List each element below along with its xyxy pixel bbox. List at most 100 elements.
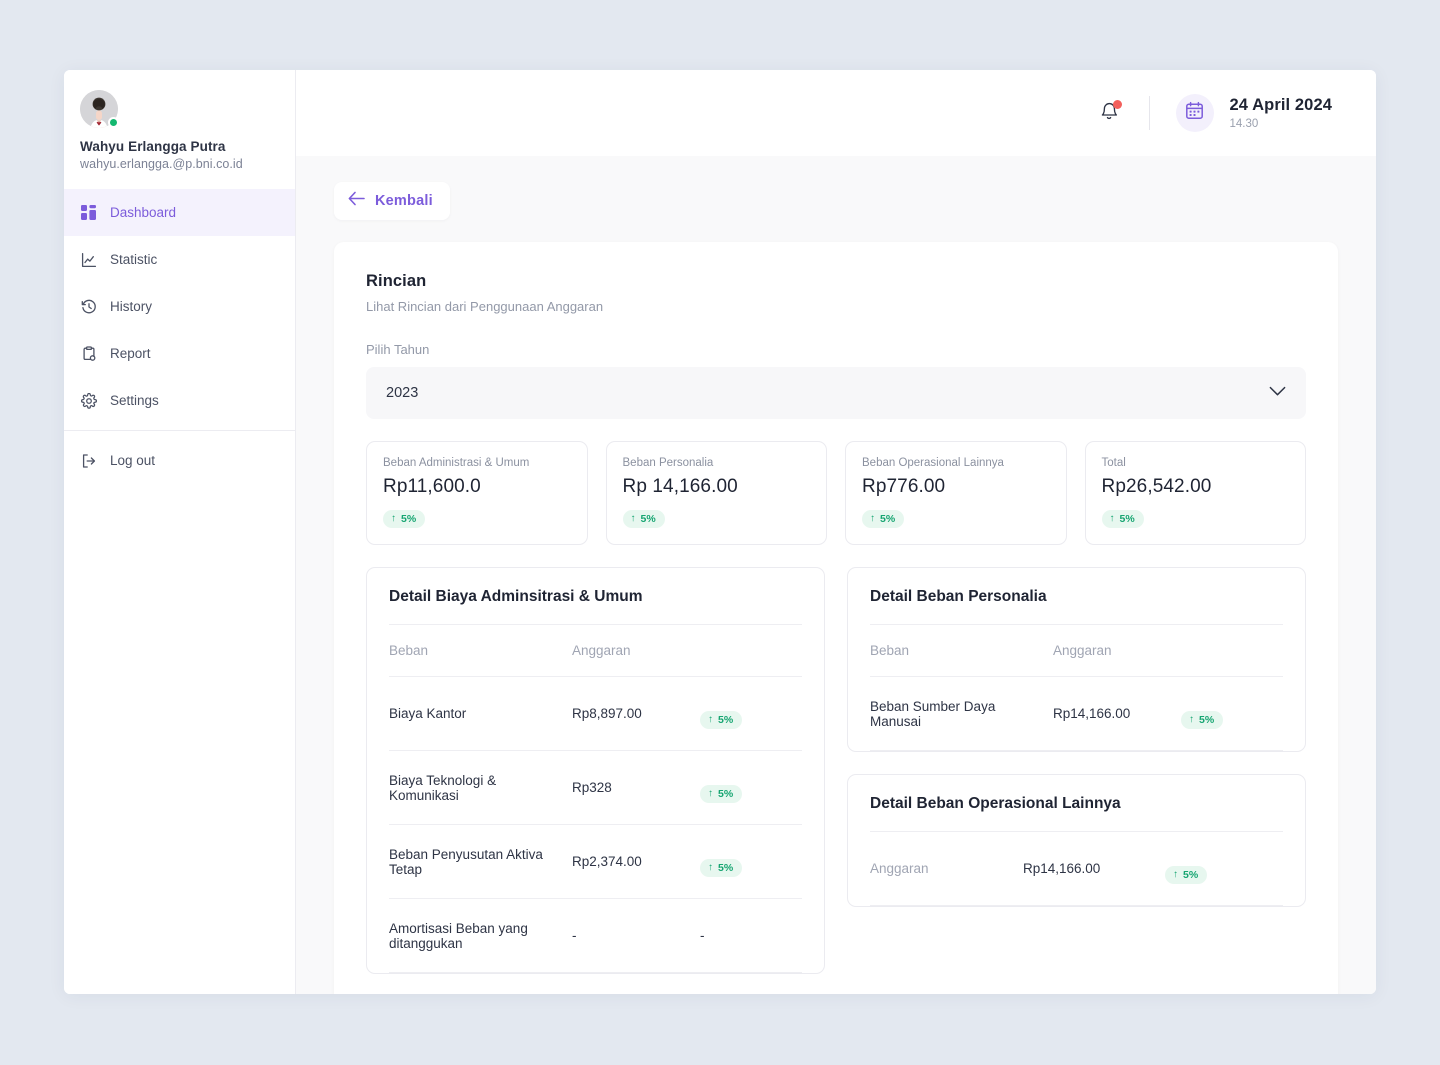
content-area: Kembali Rincian Lihat Rincian dari Pengg…	[296, 156, 1376, 994]
status-badge-value: 5%	[640, 513, 656, 525]
arrow-left-icon	[348, 191, 365, 211]
gear-icon	[80, 392, 97, 409]
stat-card-value: Rp11,600.0	[383, 476, 481, 497]
detail-column-left: Detail Biaya Adminsitrasi & Umum Beban A…	[366, 567, 825, 974]
table-row: Beban Sumber Daya Manusai Rp14,166.00 ↑ …	[870, 677, 1283, 750]
stat-card-label: Beban Administrasi & Umum	[383, 457, 530, 469]
sidebar-item-statistic[interactable]: Statistic	[64, 236, 295, 283]
stat-card: Beban Operasional Lainnya Rp776.00 ↑ 5%	[845, 441, 1067, 545]
clock-history-icon	[80, 298, 97, 315]
sidebar-nav: Dashboard Statistic History Report Setti…	[64, 185, 295, 484]
status-badge-value: 5%	[718, 713, 734, 726]
current-date: 24 April 2024	[1229, 96, 1332, 114]
page-title: Rincian	[366, 272, 427, 290]
status-badge-value: 5%	[718, 787, 734, 800]
avatar-wrapper	[80, 90, 119, 128]
status-badge-value: 5%	[1183, 868, 1199, 881]
status-badge: ↑ 5%	[862, 510, 905, 528]
stat-card-label: Beban Personalia	[622, 457, 714, 469]
back-button[interactable]: Kembali	[334, 182, 450, 220]
dashboard-icon	[80, 204, 97, 221]
stat-card: Beban Administrasi & Umum Rp11,600.0 ↑ 5…	[366, 441, 588, 545]
cell-beban: Amortisasi Beban yang ditanggukan	[389, 920, 528, 951]
status-badge: ↑ 5%	[700, 858, 743, 877]
cell-anggaran: -	[572, 928, 577, 943]
arrow-up-icon: ↑	[1173, 868, 1178, 880]
sidebar-item-report[interactable]: Report	[64, 330, 295, 377]
chart-icon	[80, 251, 97, 268]
sidebar-item-history[interactable]: History	[64, 283, 295, 330]
sidebar-item-dashboard[interactable]: Dashboard	[64, 189, 295, 236]
user-profile: Wahyu Erlangga Putra wahyu.erlangga.@p.b…	[64, 78, 295, 185]
stat-card: Total Rp26,542.00 ↑ 5%	[1084, 441, 1306, 545]
arrow-up-icon: ↑	[870, 513, 875, 524]
status-badge: ↑ 5%	[1181, 710, 1224, 729]
detail-card-admin: Detail Biaya Adminsitrasi & Umum Beban A…	[366, 567, 825, 974]
divider	[389, 972, 802, 973]
divider	[870, 905, 1283, 906]
arrow-up-icon: ↑	[708, 713, 713, 725]
stat-card-value: Rp 14,166.00	[622, 476, 738, 497]
profile-email: wahyu.erlangga.@p.bni.co.id	[80, 157, 243, 171]
calendar-button[interactable]	[1175, 94, 1214, 132]
status-badge: ↑ 5%	[1101, 510, 1144, 528]
divider	[870, 750, 1283, 751]
detail-card-operasional: Detail Beban Operasional Lainnya Anggara…	[847, 774, 1306, 907]
calendar-icon	[1185, 101, 1204, 125]
arrow-up-icon: ↑	[630, 513, 636, 524]
detail-card-title: Detail Biaya Adminsitrasi & Umum	[389, 588, 643, 605]
cell-delta: -	[700, 928, 705, 943]
cell-anggaran: Rp328	[572, 780, 612, 795]
stat-card-value: Rp26,542.00	[1101, 476, 1212, 497]
stat-card-row: Beban Administrasi & Umum Rp11,600.0 ↑ 5…	[366, 441, 1306, 545]
current-time: 14.30	[1229, 118, 1259, 130]
status-badge: ↑ 5%	[622, 510, 665, 528]
rincian-panel: Rincian Lihat Rincian dari Penggunaan An…	[334, 242, 1338, 994]
sidebar-item-settings[interactable]: Settings	[64, 377, 295, 424]
sidebar-item-label: Settings	[110, 393, 159, 408]
table-row: Amortisasi Beban yang ditanggukan - -	[389, 899, 802, 972]
back-button-label: Kembali	[375, 193, 433, 209]
logout-icon	[80, 452, 97, 469]
status-badge-value: 5%	[718, 861, 734, 874]
sidebar-item-label: History	[110, 299, 153, 314]
status-badge-value: 5%	[401, 513, 417, 525]
detail-card-title: Detail Beban Personalia	[870, 588, 1047, 605]
status-badge: ↑ 5%	[1165, 865, 1208, 884]
cell-anggaran: Rp14,166.00	[1053, 706, 1131, 721]
column-header-beban: Beban	[870, 643, 910, 658]
status-badge: ↑ 5%	[383, 510, 426, 528]
cell-beban: Biaya Kantor	[389, 706, 467, 721]
column-header-beban: Beban	[389, 643, 429, 658]
sidebar-item-logout[interactable]: Log out	[64, 437, 295, 484]
chevron-down-icon	[1269, 384, 1286, 402]
cell-anggaran: Rp14,166.00	[1023, 861, 1101, 876]
column-header-anggaran: Anggaran	[1053, 643, 1112, 658]
cell-beban: Beban Sumber Daya Manusai	[870, 698, 996, 729]
sidebar-item-label: Log out	[110, 453, 156, 468]
status-badge: ↑ 5%	[700, 710, 743, 729]
stat-card: Beban Personalia Rp 14,166.00 ↑ 5%	[605, 441, 827, 545]
table-row: Biaya Kantor Rp8,897.00 ↑ 5%	[389, 677, 802, 750]
year-select-value: 2023	[386, 385, 419, 401]
column-header-anggaran: Anggaran	[572, 643, 631, 658]
cell-label: Anggaran	[870, 861, 929, 876]
table-row: Beban Penyusutan Aktiva Tetap Rp2,374.00…	[389, 825, 802, 898]
online-status-dot	[108, 117, 119, 128]
stat-card-label: Total	[1101, 457, 1126, 469]
app-window: Wahyu Erlangga Putra wahyu.erlangga.@p.b…	[64, 70, 1376, 994]
main-area: 24 April 2024 14.30 Kembali Rincian Liha…	[296, 70, 1376, 994]
sidebar-divider	[64, 430, 295, 431]
date-block: 24 April 2024 14.30	[1230, 96, 1333, 130]
table-header-row: Beban Anggaran	[389, 625, 802, 676]
year-select[interactable]: 2023	[366, 367, 1306, 419]
topbar-divider	[1148, 96, 1150, 130]
notification-bell-button[interactable]	[1095, 98, 1125, 128]
arrow-up-icon: ↑	[708, 861, 713, 873]
detail-column-right: Detail Beban Personalia Beban Anggaran B…	[847, 567, 1306, 907]
arrow-up-icon: ↑	[391, 513, 396, 524]
status-badge-value: 5%	[880, 513, 896, 525]
arrow-up-icon: ↑	[1109, 513, 1115, 524]
status-badge-value: 5%	[1119, 513, 1135, 525]
table-header-row: Beban Anggaran	[870, 625, 1283, 676]
